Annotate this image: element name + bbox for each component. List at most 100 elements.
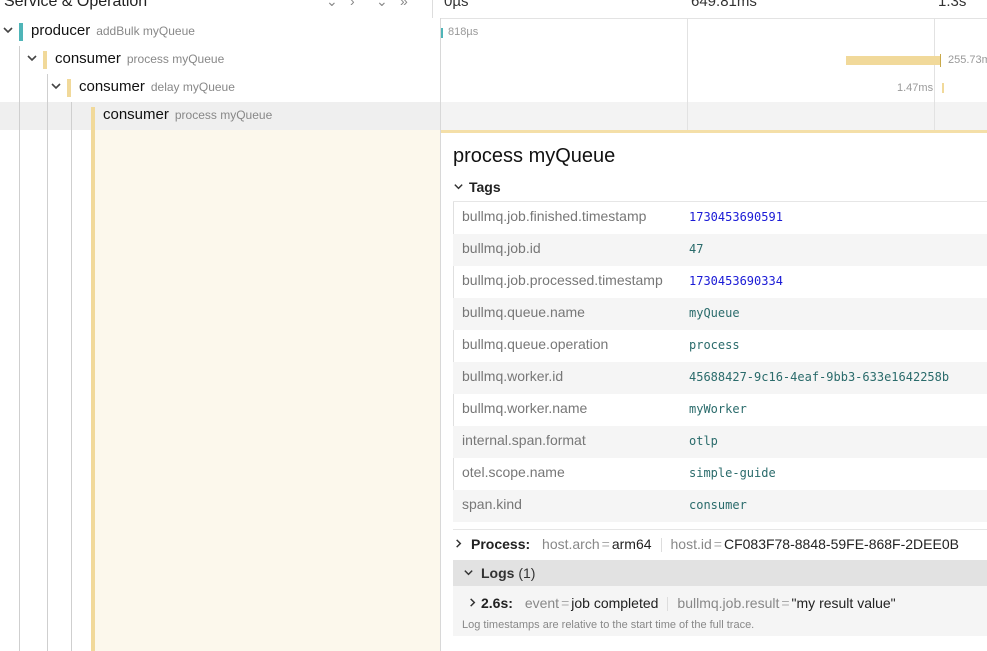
process-key: host.id [670, 536, 712, 552]
chevron-right-icon [453, 536, 465, 552]
span-label: consumer delay myQueue [79, 78, 235, 95]
tag-row[interactable]: bullmq.job.id 47 [453, 234, 987, 266]
selected-span-bar [91, 130, 95, 651]
service-color-bar [91, 107, 95, 130]
span-row[interactable]: consumer process myQueue [0, 46, 440, 74]
tag-value: 47 [689, 242, 704, 256]
timeline-gridline [934, 102, 935, 130]
tag-row[interactable]: bullmq.worker.name myWorker [453, 394, 987, 426]
tick-label: 649.81ms [691, 0, 757, 10]
tag-row[interactable]: internal.span.format otlp [453, 426, 987, 458]
separator [660, 538, 662, 553]
span-duration: 1.47ms [897, 82, 934, 94]
process-item: host.id = CF083F78-8848-59FE-868F-2DEE0B [670, 536, 959, 552]
chevron-down-icon[interactable] [1, 24, 15, 38]
tag-value: simple-guide [689, 466, 776, 480]
operation-name: process myQueue [126, 52, 225, 66]
span-label: consumer process myQueue [103, 106, 272, 123]
span-row[interactable]: producer addBulk myQueue [0, 18, 440, 46]
expand-all-icon[interactable]: » [400, 0, 408, 9]
chevron-down-icon[interactable] [25, 52, 39, 66]
service-name: consumer [103, 106, 169, 123]
service-color-bar [19, 23, 23, 41]
tag-value: otlp [689, 434, 718, 448]
tag-row[interactable]: bullmq.job.finished.timestamp 17304536905… [453, 202, 987, 234]
chevron-down-icon [453, 179, 465, 195]
tag-value: 1730453690591 [689, 210, 783, 224]
span-detail: process myQueue Tags bullmq.job.finished… [441, 133, 987, 651]
tick-label: 1.3s [938, 0, 967, 10]
chevron-down-icon[interactable] [49, 80, 63, 94]
tag-row[interactable]: bullmq.job.processed.timestamp 1730453690… [453, 266, 987, 298]
logs-toggle[interactable]: Logs (1) [453, 560, 987, 586]
log-key: bullmq.job.result [677, 595, 780, 611]
tags-label: Tags [469, 179, 501, 195]
logs-note: Log timestamps are relative to the start… [462, 619, 755, 631]
service-name: consumer [79, 78, 145, 95]
tags-table: bullmq.job.finished.timestamp 17304536905… [453, 201, 987, 522]
span-label: consumer process myQueue [55, 50, 224, 67]
tag-key: otel.scope.name [462, 464, 565, 480]
logs-label: Logs [481, 565, 515, 581]
logs-body: 2.6s: event = job completed bullmq.job.resu… [453, 586, 987, 636]
span-duration: 255.73ms [948, 54, 987, 66]
process-label: Process: [471, 536, 531, 552]
span-label: producer addBulk myQueue [31, 22, 195, 39]
tag-key: bullmq.worker.name [462, 400, 588, 416]
span-bar[interactable] [441, 28, 443, 38]
tag-key: bullmq.queue.name [462, 304, 585, 320]
logs-count: (1) [518, 565, 536, 581]
tag-key: bullmq.job.finished.timestamp [462, 208, 647, 224]
collapse-one-icon[interactable]: ⌄ [326, 0, 338, 10]
timeline-gridline [687, 102, 688, 130]
operation-name: process myQueue [174, 108, 273, 122]
tree-guide [47, 74, 48, 651]
tag-row[interactable]: bullmq.queue.name myQueue [453, 298, 987, 330]
column-resizer[interactable] [432, 0, 433, 18]
tick-label: 0µs [444, 0, 469, 10]
expand-one-icon[interactable]: › [350, 0, 355, 9]
tag-row[interactable]: otel.scope.name simple-guide [453, 458, 987, 490]
log-field: bullmq.job.result = "my result value" [677, 595, 896, 611]
span-bar[interactable] [846, 56, 941, 65]
tag-value: process [689, 338, 740, 352]
log-time: 2.6s: [481, 595, 513, 611]
span-bar[interactable] [942, 83, 944, 93]
tag-row[interactable]: bullmq.queue.operation process [453, 330, 987, 362]
separator [667, 597, 669, 612]
tag-value: 1730453690334 [689, 274, 783, 288]
log-value: "my result value" [791, 595, 896, 611]
service-color-bar [67, 79, 71, 97]
selected-timeline-row[interactable] [441, 102, 987, 130]
process-summary: Process: host.arch = arm64 host.id = CF083F78… [453, 536, 959, 553]
service-name: consumer [55, 50, 121, 67]
span-row[interactable]: consumer delay myQueue [0, 74, 440, 102]
tag-value: myWorker [689, 402, 747, 416]
tag-key: bullmq.job.processed.timestamp [462, 272, 663, 288]
tag-value: 45688427-9c16-4eaf-9bb3-633e1642258b [689, 370, 950, 384]
span-title: process myQueue [453, 145, 616, 167]
span-row-selected[interactable]: consumer process myQueue [0, 102, 440, 130]
process-item: host.arch = arm64 [542, 536, 652, 552]
service-color-bar [43, 51, 47, 69]
operation-name: delay myQueue [150, 80, 235, 94]
span-bar-tick [940, 54, 941, 67]
process-value: CF083F78-8848-59FE-868F-2DEE0B [723, 536, 959, 552]
service-name: producer [31, 22, 91, 39]
tags-toggle[interactable]: Tags [453, 179, 501, 195]
tag-value: myQueue [689, 306, 740, 320]
column-title: Service & Operation [4, 0, 148, 10]
tag-key: bullmq.worker.id [462, 368, 564, 384]
log-entry[interactable]: 2.6s: event = job completed bullmq.job.resu… [467, 595, 896, 612]
log-field: event = job completed [524, 595, 659, 611]
trace-header: Service & Operation ⌄ › ⌄ » 0µs 649.81ms… [0, 0, 987, 19]
chevron-right-icon [467, 595, 479, 611]
chevron-down-icon [463, 565, 475, 581]
span-duration: 818µs [448, 26, 479, 38]
tag-key: bullmq.job.id [462, 240, 541, 256]
tag-row[interactable]: span.kind consumer [453, 490, 987, 522]
process-section[interactable]: Process: host.arch = arm64 host.id = CF083F78… [453, 529, 987, 558]
tag-key: internal.span.format [462, 432, 586, 448]
collapse-all-icon[interactable]: ⌄ [376, 0, 388, 10]
tag-row[interactable]: bullmq.worker.id 45688427-9c16-4eaf-9bb3-… [453, 362, 987, 394]
